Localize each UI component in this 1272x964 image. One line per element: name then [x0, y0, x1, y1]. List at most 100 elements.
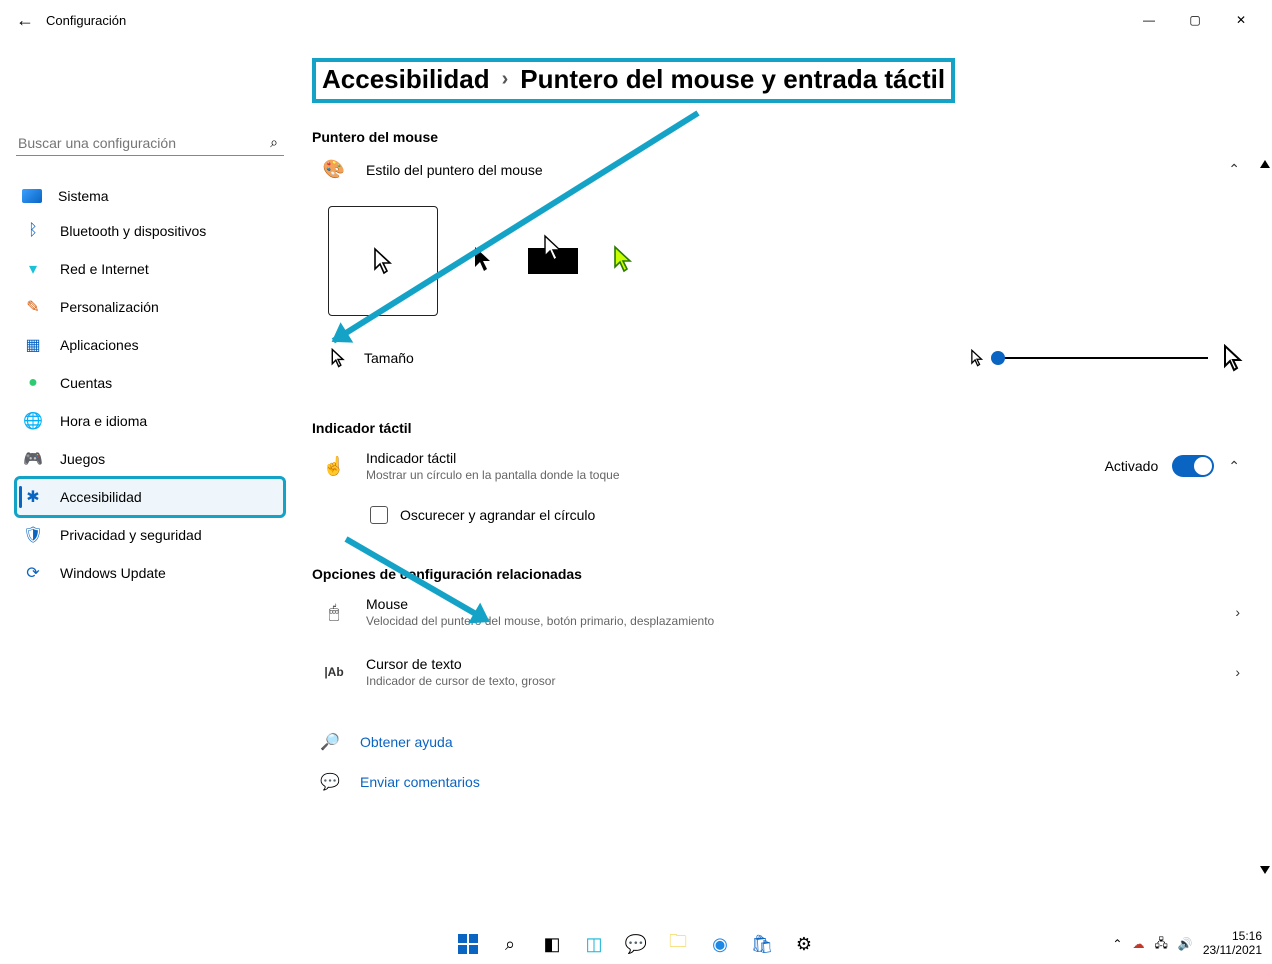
touch-section-heading: Indicador táctil: [312, 420, 1248, 436]
globe-icon: 🌐: [22, 410, 44, 432]
taskbar: ⌕ ◧ ◫ 💬 🗀 ◉ 🛍 ⚙ ⌃ ☁ 🖧 🔊 15:16 23/11/2021: [0, 924, 1272, 964]
touch-title: Indicador táctil: [366, 450, 620, 466]
related-textcursor-row[interactable]: |Ab Cursor de texto Indicador de cursor …: [312, 642, 1248, 702]
taskbar-edge[interactable]: ◉: [707, 931, 733, 957]
sidebar-item-label: Bluetooth y dispositivos: [60, 223, 206, 239]
touch-icon: ☝: [320, 456, 348, 477]
cursor-max-icon: [1222, 344, 1244, 372]
taskbar-chat[interactable]: 💬: [623, 931, 649, 957]
sidebar-item-update[interactable]: ⟳Windows Update: [16, 554, 284, 592]
pointer-style-inverted[interactable]: [528, 248, 578, 274]
taskbar-search[interactable]: ⌕: [497, 931, 523, 957]
person-icon: ●: [22, 372, 44, 394]
pointer-style-custom[interactable]: [612, 245, 634, 278]
chevron-up-icon: ⌃: [1228, 458, 1240, 475]
slider-thumb[interactable]: [991, 351, 1005, 365]
brush-icon: ✎: [22, 296, 44, 318]
sidebar-item-label: Hora e idioma: [60, 413, 147, 429]
related-section-heading: Opciones de configuración relacionadas: [312, 566, 1248, 582]
sidebar-item-label: Red e Internet: [60, 261, 149, 277]
sidebar-item-bluetooth[interactable]: ᛒ Bluetooth y dispositivos: [16, 212, 284, 250]
chevron-right-icon: ›: [1235, 664, 1240, 680]
pointer-section-heading: Puntero del mouse: [312, 129, 1248, 145]
sidebar-item-apps[interactable]: ▦ Aplicaciones: [16, 326, 284, 364]
chevron-up-icon[interactable]: ⌃: [1112, 937, 1122, 951]
taskbar-clock[interactable]: 15:16 23/11/2021: [1203, 930, 1262, 958]
back-button[interactable]: ←: [8, 3, 42, 37]
size-slider[interactable]: [998, 357, 1208, 359]
tray-network-icon[interactable]: 🖧: [1154, 934, 1167, 955]
maximize-button[interactable]: ▢: [1172, 3, 1218, 37]
cursor-white-icon: [372, 247, 394, 275]
feedback-icon: 💬: [318, 772, 342, 792]
touch-toggle[interactable]: [1172, 455, 1214, 477]
sidebar: ⌕ Sistema ᛒ Bluetooth y dispositivos ▾ Red…: [0, 40, 300, 924]
sidebar-item-label: Personalización: [60, 299, 159, 315]
search-input-wrap[interactable]: ⌕: [16, 130, 284, 156]
minimize-icon: —: [1143, 13, 1155, 27]
touch-indicator-row[interactable]: ☝ Indicador táctil Mostrar un círculo en…: [312, 436, 1248, 496]
gamepad-icon: 🎮: [22, 448, 44, 470]
system-tray[interactable]: ⌃ ☁ 🖧 🔊 15:16 23/11/2021: [1112, 930, 1262, 958]
get-help-link[interactable]: 🔎 Obtener ayuda: [312, 722, 1248, 762]
related-mouse-sub: Velocidad del puntero del mouse, botón p…: [366, 614, 714, 628]
sidebar-item-time[interactable]: 🌐 Hora e idioma: [16, 402, 284, 440]
breadcrumb-highlight: Accesibilidad › Puntero del mouse y entr…: [312, 58, 955, 103]
sidebar-item-accessibility[interactable]: ✱Accesibilidad: [16, 478, 284, 516]
chevron-right-icon: ›: [1235, 604, 1240, 620]
clock-time: 15:16: [1203, 930, 1262, 944]
wifi-icon: ▾: [22, 258, 44, 280]
sidebar-item-privacy[interactable]: 🛡Privacidad y seguridad: [16, 516, 284, 554]
arrow-left-icon: ←: [16, 10, 34, 31]
window-controls: — ▢ ✕: [1126, 3, 1264, 37]
related-mouse-row[interactable]: 🖱 Mouse Velocidad del puntero del mouse,…: [312, 582, 1248, 642]
sidebar-item-personalization[interactable]: ✎ Personalización: [16, 288, 284, 326]
folder-icon: 🗀: [669, 929, 687, 959]
bluetooth-icon: ᛒ: [22, 220, 44, 242]
monitor-icon: [22, 189, 42, 203]
sidebar-item-label: Accesibilidad: [60, 489, 142, 505]
scrollbar[interactable]: [1260, 160, 1270, 874]
taskbar-widgets[interactable]: ◫: [581, 931, 607, 957]
taskbar-explorer[interactable]: 🗀: [665, 931, 691, 957]
breadcrumb-parent[interactable]: Accesibilidad: [322, 64, 490, 95]
minimize-button[interactable]: —: [1126, 3, 1172, 37]
send-feedback-link[interactable]: 💬 Enviar comentarios: [312, 762, 1248, 802]
darken-circle-row[interactable]: Oscurecer y agrandar el círculo: [312, 496, 1248, 536]
tray-volume-icon[interactable]: 🔊: [1178, 937, 1193, 951]
close-button[interactable]: ✕: [1218, 3, 1264, 37]
related-mouse-title: Mouse: [366, 596, 714, 612]
sidebar-item-label: Privacidad y seguridad: [60, 527, 202, 543]
search-icon: ⌕: [270, 134, 278, 151]
palette-icon: 🎨: [320, 159, 348, 180]
help-icon: 🔎: [318, 732, 342, 752]
update-icon: ⟳: [22, 562, 44, 584]
darken-checkbox[interactable]: [370, 506, 388, 524]
pointer-style-white[interactable]: [328, 206, 438, 316]
clock-date: 23/11/2021: [1203, 944, 1262, 958]
start-button[interactable]: [455, 931, 481, 957]
taskbar-taskview[interactable]: ◧: [539, 931, 565, 957]
taskbar-settings[interactable]: ⚙: [791, 931, 817, 957]
touch-subtitle: Mostrar un círculo en la pantalla donde …: [366, 468, 620, 482]
edge-icon: ◉: [712, 934, 728, 955]
widgets-icon: ◫: [585, 934, 602, 955]
search-input[interactable]: [18, 135, 270, 151]
feedback-label: Enviar comentarios: [360, 774, 480, 790]
maximize-icon: ▢: [1189, 13, 1200, 27]
sidebar-item-games[interactable]: 🎮Juegos: [16, 440, 284, 478]
pointer-style-row[interactable]: 🎨 Estilo del puntero del mouse ⌃: [312, 145, 1248, 194]
scroll-up-icon: [1260, 160, 1270, 168]
gear-icon: ⚙: [796, 934, 812, 955]
nav-list: Sistema ᛒ Bluetooth y dispositivos ▾ Red e…: [16, 180, 284, 592]
sidebar-item-label: Aplicaciones: [60, 337, 139, 353]
taskbar-store[interactable]: 🛍: [749, 931, 775, 957]
tray-onedrive-icon[interactable]: ☁: [1132, 937, 1144, 951]
sidebar-item-system[interactable]: Sistema: [16, 180, 284, 212]
sidebar-item-network[interactable]: ▾ Red e Internet: [16, 250, 284, 288]
content-pane: Accesibilidad › Puntero del mouse y entr…: [300, 40, 1272, 924]
store-icon: 🛍: [751, 934, 774, 955]
sidebar-item-accounts[interactable]: ●Cuentas: [16, 364, 284, 402]
apps-icon: ▦: [22, 334, 44, 356]
help-label: Obtener ayuda: [360, 734, 453, 750]
